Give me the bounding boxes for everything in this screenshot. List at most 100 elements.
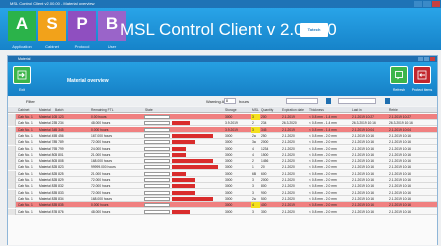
column-header[interactable]: State: [145, 107, 171, 113]
warning-hours-input[interactable]: 8: [224, 98, 236, 104]
row-header[interactable]: [8, 139, 16, 146]
date-from-calendar-icon[interactable]: [326, 98, 331, 104]
row-header[interactable]: [8, 132, 16, 139]
cell-thickness: < 0.8 mm - 2.0 mm: [309, 171, 337, 176]
cell-remaining: 72.000 hours: [91, 140, 111, 145]
nav-tile-cabinet[interactable]: S Cabinet: [38, 11, 66, 49]
row-header[interactable]: [8, 114, 16, 120]
floor-life-bar: [172, 146, 186, 151]
table-row[interactable]: Cab No. 1 Material 789B 789 72.000 hours 30…: [8, 139, 437, 146]
state-dropdown[interactable]: [144, 140, 170, 145]
cell-msl: 2: [252, 159, 254, 164]
column-header[interactable]: MSL: [252, 107, 261, 113]
column-header[interactable]: Storage: [225, 107, 251, 113]
table-row[interactable]: Cab No. 1 Material 834B 834 168.000 hours 3…: [8, 195, 437, 202]
row-header[interactable]: [8, 189, 16, 196]
table-row[interactable]: Cab No. 1 Material 100B 123 0.00 hours 3000…: [8, 114, 437, 120]
state-dropdown[interactable]: [144, 209, 170, 214]
cell-msl: 3: [252, 209, 254, 214]
cell-thickness: < 0.8 mm - 1.4 mm: [309, 115, 337, 119]
state-dropdown[interactable]: [144, 184, 170, 189]
cell-msl: 4: [252, 152, 254, 157]
row-header[interactable]: [8, 208, 16, 215]
state-dropdown[interactable]: [144, 190, 170, 195]
window-close-icon[interactable]: [430, 57, 435, 61]
state-dropdown[interactable]: [144, 115, 170, 119]
cell-cabinet: Cab No. 1: [18, 196, 33, 201]
row-header[interactable]: [8, 195, 16, 202]
table-row[interactable]: Cab No. 1 Material 876B 876 48.000 hours 30…: [8, 208, 437, 215]
column-header[interactable]: Cabinet: [18, 107, 38, 113]
cell-quantity: 250: [261, 133, 267, 138]
table-row[interactable]: Cab No. 1 Material 799B 799 24.000 hours 30…: [8, 145, 437, 152]
table-row[interactable]: Cab No. 1 Material 825B 825 21.000 hours 30…: [8, 170, 437, 177]
row-header[interactable]: [8, 202, 16, 209]
cell-material: Material 832: [39, 184, 55, 189]
cell-msl: 4: [252, 203, 254, 208]
state-dropdown[interactable]: [144, 133, 170, 138]
column-header[interactable]: Quantity: [261, 107, 281, 113]
state-dropdown[interactable]: [144, 171, 170, 176]
table-row[interactable]: Cab No. 1 Material 801B 801 21.000 hours 30…: [8, 151, 437, 158]
column-header[interactable]: Last in: [352, 107, 388, 113]
row-header[interactable]: [8, 177, 16, 183]
table-row[interactable]: Cab No. 1 Material 456B 456 167.000 hours 3…: [8, 132, 437, 139]
state-dropdown[interactable]: [144, 127, 170, 132]
state-dropdown[interactable]: [144, 203, 170, 208]
column-header[interactable]: Batch: [55, 107, 90, 113]
date-to-input[interactable]: [338, 98, 376, 104]
row-header[interactable]: [8, 164, 16, 171]
table-row[interactable]: Cab No. 1 Material 823B 823 99999.000 hour…: [8, 164, 437, 171]
state-dropdown[interactable]: [144, 121, 170, 126]
cell-quantity: 300: [261, 209, 267, 214]
row-header[interactable]: [8, 120, 16, 127]
row-header[interactable]: [8, 126, 16, 133]
close-icon[interactable]: [432, 1, 440, 7]
maximize-icon[interactable]: [423, 1, 431, 7]
refresh-button[interactable]: [390, 66, 408, 84]
state-dropdown[interactable]: [144, 159, 170, 164]
warning-label: Warning Al: [206, 99, 226, 104]
exit-button[interactable]: [13, 66, 31, 84]
cell-quantity: 800: [261, 184, 267, 189]
nav-tile-protocol[interactable]: P Protocol: [68, 11, 96, 49]
date-from-input[interactable]: [286, 98, 318, 104]
row-header[interactable]: [8, 170, 16, 177]
cell-remaining: 24.000 hours: [91, 146, 111, 151]
column-header[interactable]: Thickness: [309, 107, 351, 113]
cell-expiration: 26.3.2020: [282, 121, 297, 126]
cell-quantity: 400: [261, 203, 267, 208]
row-header[interactable]: [8, 183, 16, 190]
row-header[interactable]: [8, 145, 16, 152]
column-header[interactable]: Material: [39, 107, 55, 113]
column-header[interactable]: Remaining FTL: [91, 107, 143, 113]
cell-batch: B 801: [55, 152, 64, 157]
row-header[interactable]: [8, 151, 16, 158]
table-row[interactable]: Cab No. 1 Material 808B 808 168.000 hours 3…: [8, 158, 437, 165]
nav-tile-application[interactable]: A Application: [8, 11, 36, 49]
table-row[interactable]: Cab No. 1 Material 234B 234 48.000 hours 3.…: [8, 120, 437, 127]
table-row[interactable]: Cab No. 1 Material 832B 832 72.000 hours 30…: [8, 183, 437, 190]
state-dropdown[interactable]: [144, 152, 170, 157]
state-dropdown[interactable]: [144, 165, 170, 170]
minimize-icon[interactable]: [414, 1, 422, 7]
column-header[interactable]: Retrie: [389, 107, 438, 113]
column-header[interactable]: Expiration date: [282, 107, 308, 113]
window-minimize-icon[interactable]: [418, 57, 423, 61]
column-header[interactable]: [173, 107, 223, 113]
cell-thickness: < 0.8 mm - 2.0 mm: [309, 190, 337, 195]
column-header[interactable]: [9, 107, 17, 113]
table-row[interactable]: Cab No. 1 Material 829B 829 72.000 hours 30…: [8, 177, 437, 183]
window-maximize-icon[interactable]: [424, 57, 429, 61]
state-dropdown[interactable]: [144, 146, 170, 151]
table-row[interactable]: Cab No. 1 Material 833B 833 72.000 hours 30…: [8, 189, 437, 196]
table-row[interactable]: Cab No. 1 Material 345B 345 0.000 hours 3.9…: [8, 126, 437, 133]
table-row[interactable]: Cab No. 1 Material 835B 835 0.000 hours 300…: [8, 202, 437, 209]
cell-retrieved: 2.1.2019 10:16: [389, 190, 411, 195]
date-to-calendar-icon[interactable]: [385, 98, 390, 104]
cell-quantity: 1500: [261, 152, 269, 157]
state-dropdown[interactable]: [144, 178, 170, 182]
row-header[interactable]: [8, 158, 16, 165]
state-dropdown[interactable]: [144, 196, 170, 201]
protect-items-button[interactable]: [413, 66, 431, 84]
